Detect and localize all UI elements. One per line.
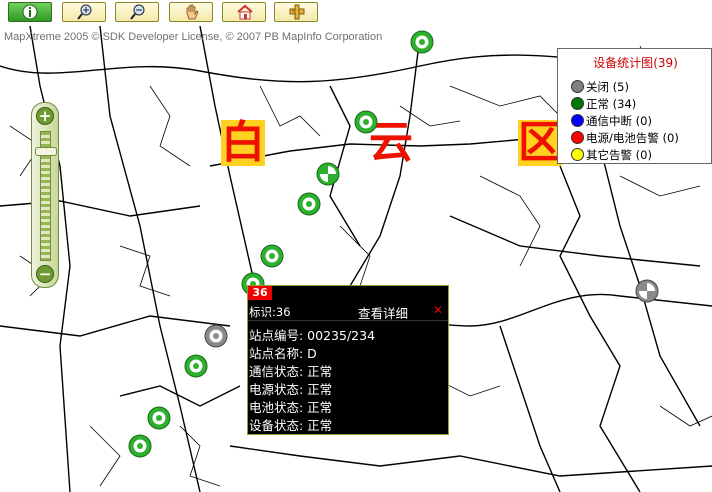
station-id-value: 36 (275, 305, 291, 319)
power-status-row: 电源状态: 正常 (249, 382, 333, 397)
legend-item-label: 正常 (586, 97, 609, 111)
legend-item-label: 其它告警 (586, 148, 632, 162)
legend-item-normal: 正常 (34) (571, 96, 636, 112)
station-normal-icon[interactable] (297, 192, 321, 216)
map-copyright: MapXtreme 2005 © SDK Developer License, … (4, 31, 383, 43)
legend-item-power-alarm: 电源/电池告警 (0) (571, 130, 679, 146)
legend-item-count: (0) (662, 131, 679, 145)
station-number-row: 站点编号: 00235/234 (249, 328, 376, 343)
device-status-row: 设备状态: 正常 (249, 418, 333, 433)
info-button[interactable] (8, 2, 52, 22)
pan-button[interactable] (169, 2, 213, 22)
station-normal-icon[interactable] (260, 244, 284, 268)
legend-total: (39) (653, 56, 678, 70)
info-icon (22, 4, 38, 20)
home-button[interactable] (222, 2, 266, 22)
zoom-thumb[interactable] (35, 147, 57, 156)
measure-icon (289, 4, 305, 20)
station-normal-icon[interactable] (354, 110, 378, 134)
legend-item-comm-down: 通信中断 (0) (571, 113, 652, 129)
zoom-slider[interactable]: + − (31, 102, 59, 288)
station-normal-selected-icon[interactable] (316, 162, 340, 186)
zoom-minus-button[interactable]: − (36, 265, 54, 283)
status-dot-icon (571, 148, 584, 161)
legend-item-count: (0) (635, 148, 652, 162)
legend-item-label: 关闭 (586, 80, 609, 94)
zoom-out-button[interactable] (115, 2, 159, 22)
legend-item-closed: 关闭 (5) (571, 79, 629, 95)
pan-hand-icon (186, 4, 199, 20)
station-normal-icon[interactable] (410, 30, 434, 54)
legend-item-count: (34) (612, 97, 637, 111)
status-dot-icon (571, 114, 584, 127)
legend-title-text: 设备统计图 (593, 56, 654, 70)
home-icon (237, 4, 253, 20)
region-label-char: 区 (518, 117, 562, 168)
zoom-plus-button[interactable]: + (36, 107, 54, 125)
station-id-badge: 36 (248, 286, 272, 300)
station-info-popup: 36 标识:36 查看详细 ✕ 站点编号: 00235/234 站点名称: D … (247, 285, 449, 435)
comm-status-row: 通信状态: 正常 (249, 364, 333, 379)
map-toolbar (0, 0, 712, 26)
station-normal-icon[interactable] (147, 406, 171, 430)
battery-status-row: 电池状态: 正常 (249, 400, 333, 415)
legend-item-label: 通信中断 (586, 114, 632, 128)
legend-item-count: (0) (635, 114, 652, 128)
legend-item-other-alarm: 其它告警 (0) (571, 147, 652, 163)
station-normal-icon[interactable] (128, 434, 152, 458)
station-id-label: 标识: (249, 305, 276, 319)
status-dot-icon (571, 131, 584, 144)
status-dot-icon (571, 97, 584, 110)
zoom-in-button[interactable] (62, 2, 106, 22)
station-id-row: 标识:36 (249, 304, 291, 320)
map-canvas[interactable]: MapXtreme 2005 © SDK Developer License, … (0, 26, 712, 492)
region-label-char: 白 (221, 117, 265, 168)
status-dot-icon (571, 80, 584, 93)
zoom-in-icon (77, 4, 92, 20)
station-name-row: 站点名称: D (249, 346, 317, 361)
legend-item-label: 电源/电池告警 (586, 131, 659, 145)
legend-title: 设备统计图(39) (558, 54, 712, 71)
legend-item-count: (5) (612, 80, 629, 94)
device-stats-legend: 设备统计图(39) 关闭 (5) 正常 (34) 通信中断 (0) 电源/电池告… (557, 48, 712, 164)
close-icon[interactable]: ✕ (433, 303, 443, 317)
station-normal-icon[interactable] (184, 354, 208, 378)
popup-divider (248, 320, 448, 321)
station-closed-icon[interactable] (204, 324, 228, 348)
measure-button[interactable] (274, 2, 318, 22)
station-closed-selected-icon[interactable] (635, 279, 659, 303)
zoom-out-icon (130, 4, 145, 20)
